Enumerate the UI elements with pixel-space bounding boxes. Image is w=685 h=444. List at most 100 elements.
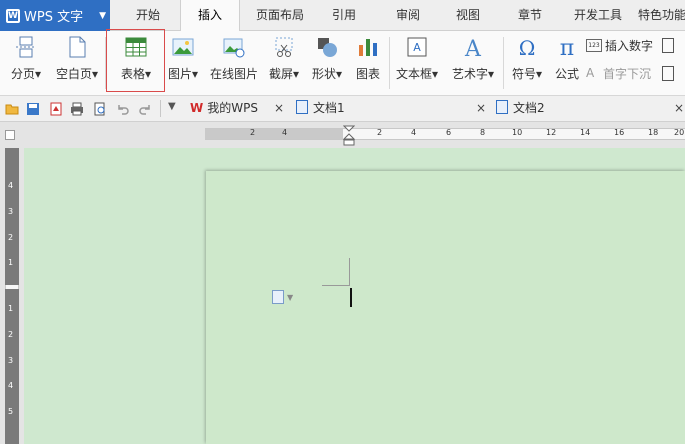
ruler-label: 2: [8, 330, 14, 339]
drop-cap-label: 首字下沉: [603, 66, 652, 81]
drop-cap-button[interactable]: A 首字下沉: [586, 64, 651, 82]
tab-review[interactable]: 审阅: [386, 0, 430, 31]
undo-icon[interactable]: [116, 102, 130, 116]
app-menu-button[interactable]: W WPS 文字 ▼: [0, 0, 110, 31]
chevron-down-icon: ▼: [99, 10, 106, 21]
ribbon-separator: [503, 37, 504, 89]
tab-insert[interactable]: 插入: [180, 0, 240, 31]
tab-special[interactable]: 特色功能: [638, 0, 685, 31]
formula-label: 公式: [554, 67, 579, 81]
wordart-icon: A: [464, 37, 482, 59]
ribbon-insert: 分页▾ 空白页▾ 表格▾ 图片▾ 在线图片 截屏▾ 形状▾ 图表 A 文本框▾ …: [0, 31, 685, 96]
save-icon[interactable]: [26, 102, 40, 116]
svg-text:π: π: [560, 36, 574, 59]
svg-text:A: A: [413, 41, 421, 54]
doc-tab-document1[interactable]: 文档1 ×: [296, 96, 491, 121]
page-break-button[interactable]: 分页▾: [4, 31, 48, 95]
ruler-label: 10: [512, 128, 523, 137]
textbox-button[interactable]: A 文本框▾: [391, 31, 443, 95]
scissors-icon: [275, 37, 293, 57]
ruler-label: 16: [614, 128, 625, 137]
ruler-margin-left: [205, 129, 343, 139]
menu-tab-bar: 开始 插入 页面布局 引用 审阅 视图 章节 开发工具 特色功能: [110, 0, 685, 31]
screenshot-button[interactable]: 截屏▾: [264, 31, 304, 95]
ruler-label: 20: [674, 128, 685, 137]
chevron-down-icon: ▾: [34, 67, 42, 81]
tab-stop-selector[interactable]: [5, 130, 15, 140]
number-icon: 123: [586, 38, 602, 52]
svg-text:Ω: Ω: [519, 36, 536, 59]
doc-tab-my-wps[interactable]: W 我的WPS ×: [190, 96, 290, 121]
quick-access-bar: ▼ W 我的WPS × 文档1 × 文档2 ×: [0, 96, 685, 122]
close-icon[interactable]: ×: [274, 96, 284, 121]
shapes-icon: [318, 38, 337, 57]
textbox-icon: A: [407, 37, 427, 57]
more-button[interactable]: [662, 36, 674, 54]
insert-number-label: 插入数字: [605, 38, 654, 53]
document-page[interactable]: [206, 171, 685, 444]
chevron-down-icon: ▾: [535, 67, 543, 81]
paste-options-button[interactable]: ▼: [272, 290, 293, 304]
ruler-label: 6: [446, 128, 452, 137]
symbol-button[interactable]: Ω 符号▾: [506, 31, 548, 95]
blank-page-button[interactable]: 空白页▾: [50, 31, 104, 95]
tab-references[interactable]: 引用: [322, 0, 366, 31]
table-button-highlight: [106, 29, 165, 92]
margin-guide-vertical: [349, 258, 350, 286]
chart-label: 图表: [355, 67, 380, 81]
doc-tab-document2[interactable]: 文档2 ×: [496, 96, 685, 121]
wps-w-icon: W: [190, 101, 204, 115]
ruler-label: 3: [8, 207, 14, 216]
wordart-label: 艺术字: [451, 67, 488, 81]
ruler-label: 1: [8, 258, 14, 267]
online-picture-icon: [223, 38, 245, 58]
margin-guide-horizontal: [322, 285, 350, 286]
tab-page-layout[interactable]: 页面布局: [248, 0, 312, 31]
tab-home[interactable]: 开始: [120, 0, 176, 31]
chevron-down-icon: ▾: [292, 67, 300, 81]
chevron-down-icon: ▾: [431, 67, 439, 81]
close-icon[interactable]: ×: [476, 96, 486, 121]
chevron-down-icon: ▾: [487, 67, 495, 81]
doc-tab-label: 文档2: [513, 101, 545, 115]
print-icon[interactable]: [70, 102, 84, 116]
insert-number-button[interactable]: 123 插入数字: [586, 36, 653, 54]
shapes-button[interactable]: 形状▾: [306, 31, 348, 95]
close-icon[interactable]: ×: [674, 96, 684, 121]
svg-text:A: A: [464, 37, 482, 59]
paste-icon: [272, 290, 284, 304]
open-folder-icon[interactable]: [5, 102, 19, 116]
export-pdf-icon[interactable]: [49, 102, 63, 116]
shapes-label: 形状: [311, 67, 336, 81]
page-icon: [662, 65, 674, 81]
ruler-label: 4: [282, 128, 288, 137]
online-picture-button[interactable]: 在线图片: [206, 31, 262, 95]
chevron-down-icon: ▾: [191, 67, 199, 81]
ruler-label: 4: [8, 381, 14, 390]
chevron-down-icon: ▼: [287, 292, 294, 302]
picture-button[interactable]: 图片▾: [163, 31, 203, 95]
tab-view[interactable]: 视图: [446, 0, 490, 31]
drop-cap-icon: A: [586, 66, 595, 80]
omega-icon: Ω: [519, 36, 536, 59]
tab-section[interactable]: 章节: [508, 0, 552, 31]
customize-dropdown-icon[interactable]: ▼: [168, 101, 176, 112]
document-icon: [662, 37, 674, 53]
app-title: WPS 文字: [24, 10, 84, 25]
redo-icon[interactable]: [138, 102, 152, 116]
indent-marker-icon[interactable]: [343, 125, 355, 147]
chevron-down-icon: ▾: [335, 67, 343, 81]
wps-logo-icon: W: [6, 8, 20, 23]
wordart-button[interactable]: A 艺术字▾: [446, 31, 500, 95]
ruler-label: 2: [377, 128, 383, 137]
page-break-icon: [16, 36, 36, 58]
formula-button[interactable]: π 公式: [550, 31, 584, 95]
blank-page-icon: [69, 36, 86, 58]
print-preview-icon[interactable]: [93, 102, 107, 116]
chart-button[interactable]: 图表: [350, 31, 386, 95]
ruler-label: 2: [250, 128, 256, 137]
document-icon: [296, 100, 308, 114]
bar-chart-icon: [359, 39, 377, 56]
more-button-2[interactable]: [662, 64, 674, 82]
tab-developer[interactable]: 开发工具: [566, 0, 630, 31]
